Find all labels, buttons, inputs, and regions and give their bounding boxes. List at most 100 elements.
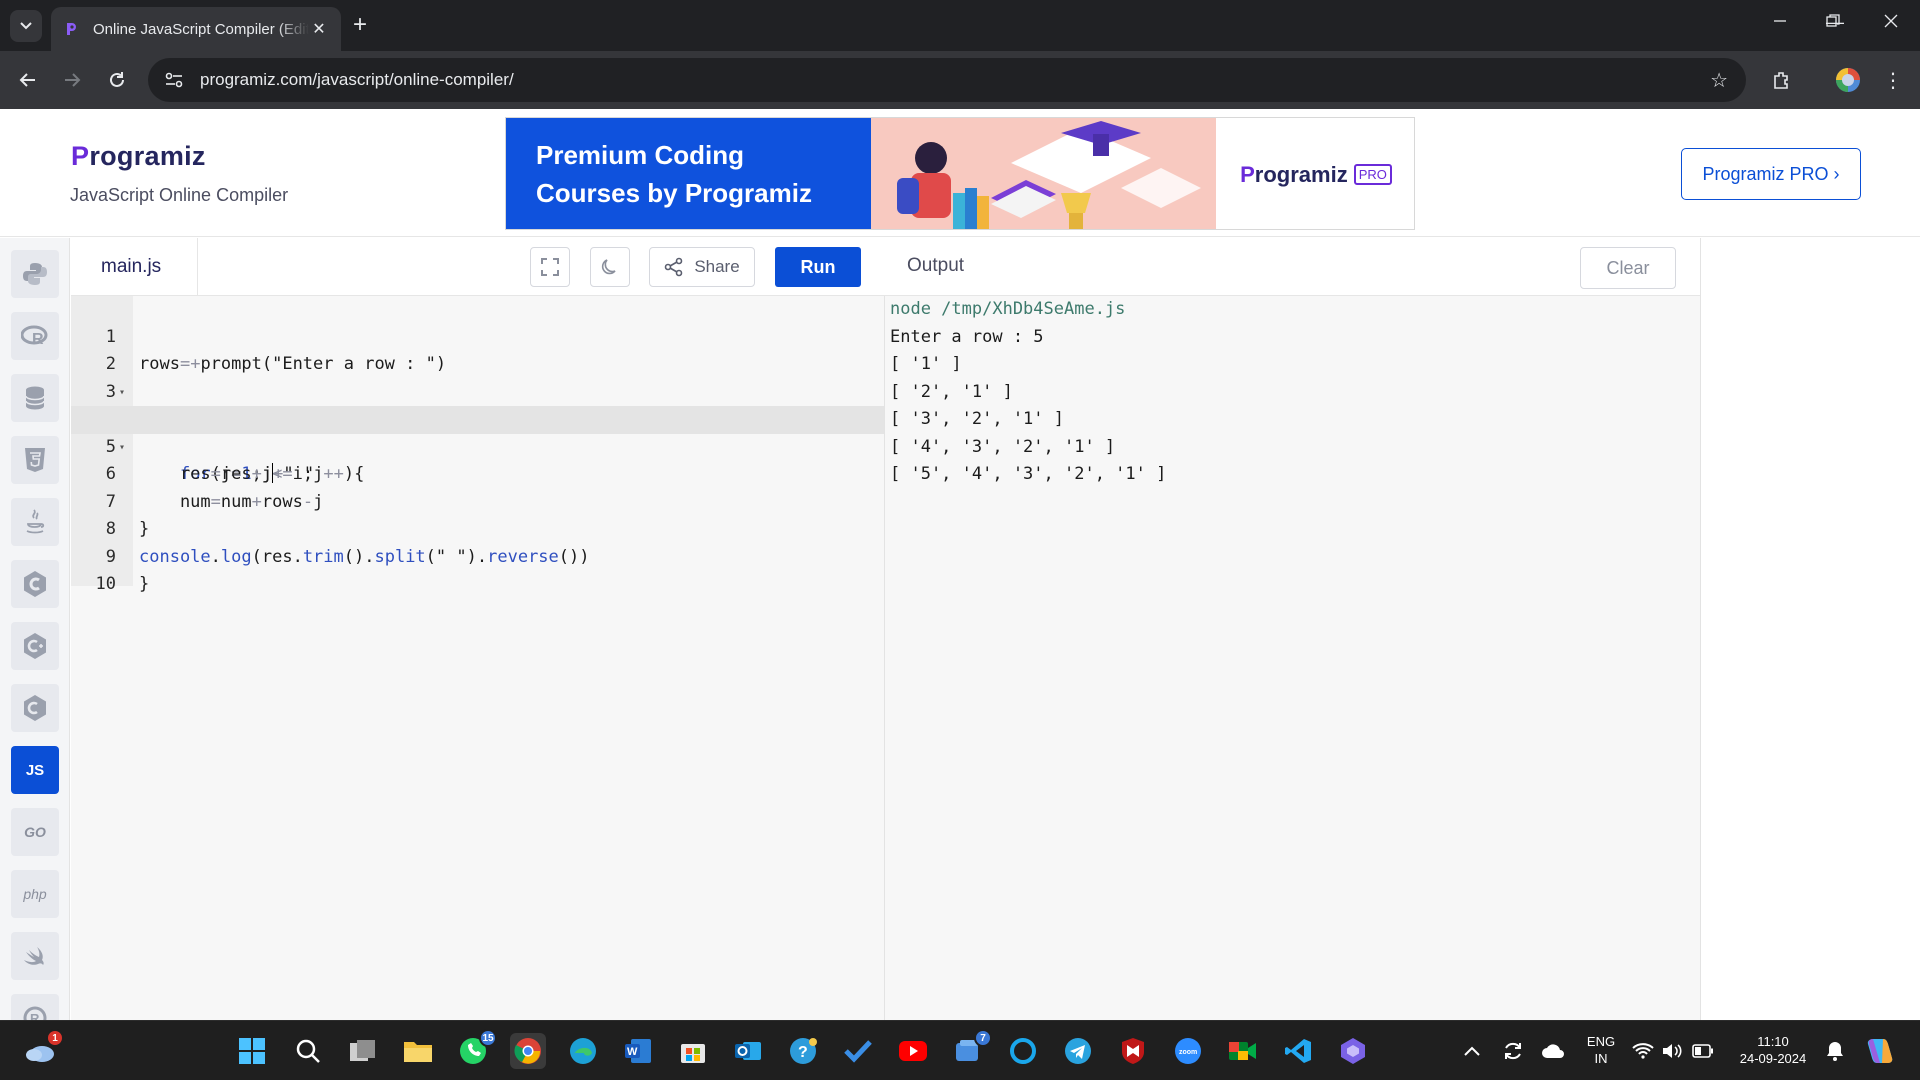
sync-icon[interactable] — [1495, 1033, 1531, 1069]
banner-illustration — [871, 118, 1216, 229]
zoom-icon[interactable]: zoom — [1170, 1033, 1206, 1069]
clear-button[interactable]: Clear — [1580, 247, 1676, 289]
extensions-icon[interactable] — [1767, 65, 1797, 95]
code-line[interactable]: 1 rows=+prompt("Enter a row : ") — [71, 296, 884, 375]
code-line[interactable]: 7 } — [71, 461, 884, 540]
close-tab-icon[interactable]: ✕ — [309, 19, 329, 39]
address-bar[interactable]: programiz.com/javascript/online-compiler… — [148, 58, 1746, 102]
copilot-app-icon[interactable] — [1335, 1033, 1371, 1069]
run-button[interactable]: Run — [775, 247, 861, 287]
html5-icon[interactable] — [11, 436, 59, 484]
output-console[interactable]: node /tmp/XhDb4SeAme.js Enter a row : 5 … — [885, 296, 1700, 1020]
volume-icon[interactable] — [1660, 1033, 1686, 1069]
file-tab[interactable]: main.js — [71, 238, 198, 296]
programiz-logo[interactable]: Programiz — [71, 141, 206, 172]
help-icon[interactable]: ? — [785, 1033, 821, 1069]
search-icon[interactable] — [290, 1033, 326, 1069]
edge-icon[interactable] — [565, 1033, 601, 1069]
language-code: ENG — [1586, 1034, 1616, 1049]
restore-icon — [1826, 14, 1840, 27]
python-icon[interactable] — [11, 250, 59, 298]
page-subtitle: JavaScript Online Compiler — [70, 185, 289, 205]
svg-text:R: R — [32, 331, 44, 347]
output-title: Output — [907, 255, 965, 276]
minimize-button[interactable] — [1760, 12, 1800, 33]
code-text: } — [139, 574, 150, 594]
share-button[interactable]: Share — [649, 247, 755, 287]
start-icon[interactable] — [234, 1033, 270, 1069]
cpp-language-icon[interactable] — [11, 622, 59, 670]
reload-button[interactable] — [102, 65, 132, 95]
javascript-language-button[interactable]: JS — [11, 746, 59, 794]
youtube-icon[interactable] — [895, 1033, 931, 1069]
cortana-icon[interactable] — [1005, 1033, 1041, 1069]
dark-mode-button[interactable] — [590, 247, 630, 287]
tab-search-button[interactable] — [10, 10, 42, 42]
go-language-button[interactable]: GO — [11, 808, 59, 856]
rust-icon[interactable]: R — [11, 994, 59, 1020]
code-line[interactable]: 6 num=num+rows-j — [71, 434, 884, 512]
weather-widget-icon[interactable]: 1 — [22, 1029, 64, 1069]
teams-icon[interactable]: 7 — [950, 1029, 992, 1069]
outlook-icon[interactable] — [730, 1033, 766, 1069]
file-explorer-icon[interactable] — [400, 1033, 436, 1069]
code-line[interactable]: 3 res="", num=i — [71, 351, 884, 430]
clock[interactable]: 11:10 24-09-2024 — [1728, 1033, 1818, 1067]
input-language-indicator[interactable]: ENG IN — [1583, 1033, 1619, 1067]
clock-date: 24-09-2024 — [1739, 1051, 1807, 1066]
site-info-icon[interactable] — [162, 68, 186, 92]
java-icon[interactable] — [11, 498, 59, 546]
r-language-icon[interactable]: R — [11, 312, 59, 360]
code-line-active[interactable]: 5 res=res+j+" " — [71, 406, 884, 484]
php-label: php — [23, 886, 47, 902]
task-view-icon[interactable] — [345, 1033, 381, 1069]
copilot-icon[interactable] — [1862, 1033, 1898, 1069]
notification-bell-icon[interactable] — [1820, 1033, 1850, 1069]
window-close-button[interactable] — [1871, 12, 1911, 33]
battery-icon[interactable] — [1690, 1033, 1716, 1069]
tab-title: Online JavaScript Compiler (Editor) — [93, 20, 309, 38]
bookmark-star-icon[interactable]: ☆ — [1710, 68, 1728, 93]
csharp-language-icon[interactable] — [11, 684, 59, 732]
code-line[interactable]: 10 — [71, 544, 884, 594]
word-icon[interactable]: W — [620, 1033, 656, 1069]
onedrive-cloud-icon[interactable] — [1535, 1033, 1571, 1069]
new-tab-button[interactable]: + — [353, 12, 367, 38]
profile-avatar[interactable] — [1833, 65, 1863, 95]
whatsapp-icon[interactable]: 15 — [455, 1029, 497, 1069]
c-language-icon[interactable] — [11, 560, 59, 608]
browser-toolbar: programiz.com/javascript/online-compiler… — [0, 51, 1920, 109]
sql-database-icon[interactable] — [11, 374, 59, 422]
wifi-icon[interactable] — [1630, 1033, 1656, 1069]
todo-icon[interactable] — [840, 1033, 876, 1069]
browser-menu-icon[interactable]: ⋮ — [1878, 65, 1908, 95]
fullscreen-button[interactable] — [530, 247, 570, 287]
share-icon — [665, 257, 683, 277]
chrome-icon[interactable] — [510, 1033, 546, 1069]
restore-button[interactable] — [1813, 12, 1853, 33]
code-line[interactable]: 2 ▾ for(i=1;i<=rows;i++){ — [71, 324, 884, 429]
go-label: GO — [24, 824, 46, 840]
telegram-icon[interactable] — [1060, 1033, 1096, 1069]
vscode-icon[interactable] — [1280, 1033, 1316, 1069]
chevron-up-icon[interactable] — [1454, 1033, 1490, 1069]
arrow-right-icon — [65, 73, 81, 87]
back-button[interactable] — [13, 65, 43, 95]
programiz-pro-button[interactable]: Programiz PRO › — [1681, 148, 1861, 200]
code-line[interactable]: 4 ▾ for(j=1;j<=i;j++){ — [71, 379, 884, 484]
microsoft-store-icon[interactable] — [675, 1033, 711, 1069]
forward-button[interactable] — [57, 65, 87, 95]
browser-tab[interactable]: Online JavaScript Compiler (Editor) ✕ — [51, 7, 341, 51]
promo-banner[interactable]: Premium Coding Courses by Programiz Prog… — [505, 117, 1415, 230]
meet-icon[interactable] — [1225, 1033, 1261, 1069]
banner-brand-panel: Programiz PRO — [1216, 118, 1414, 229]
code-line[interactable]: 8 console.log(res.trim().split(" ").reve… — [71, 489, 884, 567]
url-text[interactable]: programiz.com/javascript/online-compiler… — [200, 70, 514, 90]
swift-icon[interactable] — [11, 932, 59, 980]
code-line[interactable]: 9 } — [71, 516, 884, 595]
mcafee-icon[interactable] — [1115, 1033, 1151, 1069]
code-editor[interactable]: 1 rows=+prompt("Enter a row : ") 2 ▾ for… — [71, 296, 885, 1020]
site-header: Programiz JavaScript Online Compiler Pre… — [0, 109, 1920, 237]
php-language-button[interactable]: php — [11, 870, 59, 918]
browser-tab-bar: Online JavaScript Compiler (Editor) ✕ + … — [0, 0, 1920, 51]
